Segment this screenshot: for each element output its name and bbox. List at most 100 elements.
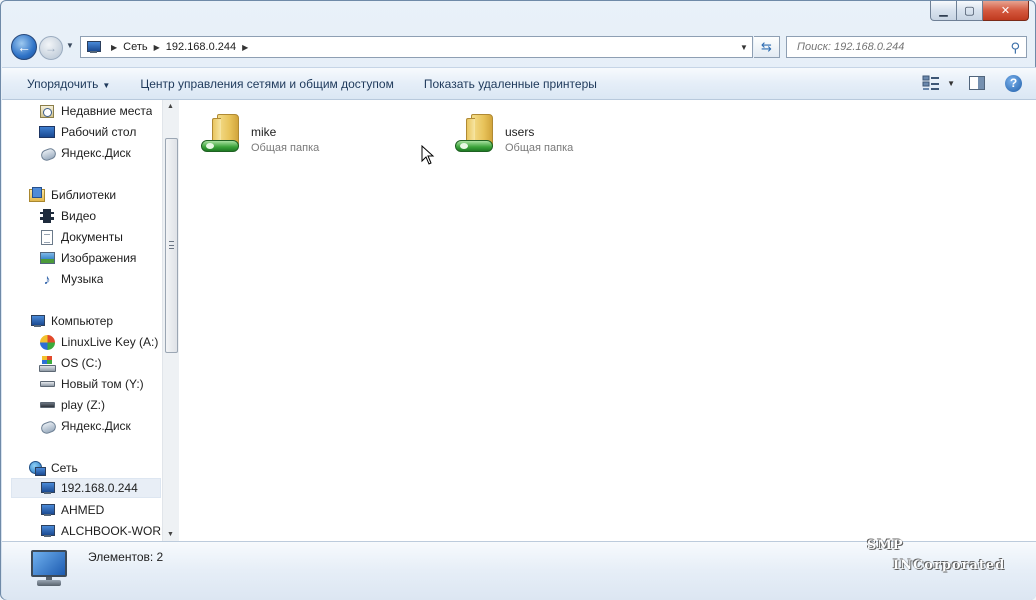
- nav-item-label: OS (C:): [61, 356, 102, 370]
- breadcrumb-separator-icon[interactable]: ▶: [242, 43, 248, 52]
- watermark-logo: SMP INCorporated: [867, 537, 1017, 581]
- scroll-up-icon[interactable]: ▲: [167, 103, 174, 110]
- network-icon: [29, 460, 46, 476]
- hard-drive-icon: [39, 376, 55, 392]
- desktop-icon: [39, 124, 55, 140]
- breadcrumb-separator-icon[interactable]: ▶: [111, 43, 117, 52]
- nav-item-label: Недавние места: [61, 104, 153, 118]
- images-icon: [39, 250, 55, 266]
- shared-folder-item[interactable]: users Общая папка: [451, 108, 681, 160]
- folder-text: users Общая папка: [505, 125, 573, 154]
- chevron-down-icon: ▼: [102, 80, 111, 90]
- network-computer-icon: [39, 523, 55, 539]
- grip-icon: [169, 241, 174, 249]
- folder-name: mike: [251, 125, 277, 139]
- breadcrumb-separator-icon[interactable]: ▶: [154, 43, 160, 52]
- organize-button[interactable]: Упорядочить ▼: [2, 77, 125, 91]
- preview-pane-icon[interactable]: [969, 76, 985, 90]
- nav-item-label: LinuxLive Key (A:): [61, 335, 159, 349]
- nav-item-ahmed[interactable]: AHMED: [39, 500, 104, 520]
- change-view-icon[interactable]: [919, 74, 943, 92]
- view-controls: ▼ ?: [919, 74, 1022, 92]
- nav-item-label: Видео: [61, 209, 97, 223]
- nav-item-alchbook[interactable]: ALCHBOOK-WORK: [39, 521, 162, 541]
- network-drive-icon: [39, 397, 55, 413]
- nav-item-drive-a[interactable]: LinuxLive Key (A:): [39, 332, 158, 352]
- recent-places-icon: [39, 103, 55, 119]
- search-icon[interactable]: ⚲: [1010, 40, 1020, 56]
- refresh-icon: ⇆: [761, 39, 772, 54]
- network-computer-icon: [85, 40, 101, 54]
- nav-item-network[interactable]: Сеть: [29, 458, 78, 478]
- folder-type: Общая папка: [251, 142, 320, 154]
- nav-item-video[interactable]: Видео: [39, 206, 96, 226]
- explorer-window: ▁ ▢ ✕ ← → ▼ ▶ Сеть ▶ 192.168.0.244 ▶ ▼ ⇆…: [0, 0, 1036, 600]
- nav-item-drive-c[interactable]: OS (C:): [39, 353, 102, 373]
- nav-item-computer[interactable]: Компьютер: [29, 311, 113, 331]
- shared-folder-icon: [197, 108, 247, 160]
- breadcrumb-network[interactable]: Сеть: [123, 41, 147, 53]
- navigation-scrollbar[interactable]: ▲ ▼: [162, 100, 179, 541]
- shared-folder-item[interactable]: mike Общая папка: [197, 108, 427, 160]
- nav-item-label: Компьютер: [51, 314, 114, 328]
- nav-item-drive-y[interactable]: Новый том (Y:): [39, 374, 144, 394]
- yandex-disk-icon: [39, 145, 55, 161]
- network-center-button[interactable]: Центр управления сетями и общим доступом: [125, 77, 409, 91]
- breadcrumb-host[interactable]: 192.168.0.244: [166, 41, 236, 53]
- music-icon: ♪: [43, 271, 51, 287]
- command-bar: Упорядочить ▼ Центр управления сетями и о…: [2, 67, 1036, 100]
- nav-item-label: Сеть: [51, 461, 78, 475]
- nav-item-label: Новый том (Y:): [61, 377, 144, 391]
- nav-item-label: Рабочий стол: [61, 125, 137, 139]
- item-count: Элементов: 2: [88, 550, 164, 564]
- nav-item-label: play (Z:): [61, 398, 106, 412]
- system-drive-icon: [39, 355, 56, 372]
- linuxlive-drive-icon: [39, 334, 55, 350]
- nav-item-recent-places[interactable]: Недавние места: [39, 101, 152, 121]
- computer-icon: [27, 550, 71, 590]
- nav-item-label: Документы: [61, 230, 123, 244]
- nav-item-yandex-disk[interactable]: Яндекс.Диск: [39, 143, 131, 163]
- mouse-cursor-icon: [421, 145, 435, 165]
- scroll-down-icon[interactable]: ▼: [167, 531, 174, 538]
- arrow-left-icon: ←: [17, 39, 31, 55]
- network-computer-icon: [39, 480, 55, 496]
- watermark-line-1: SMP: [867, 538, 904, 553]
- address-history-dropdown[interactable]: ▼: [736, 37, 752, 57]
- minimize-button[interactable]: ▁: [930, 1, 957, 21]
- video-icon: [39, 208, 55, 224]
- nav-item-desktop[interactable]: Рабочий стол: [39, 122, 136, 142]
- nav-item-label: 192.168.0.244: [61, 481, 138, 495]
- nav-item-documents[interactable]: Документы: [39, 227, 123, 247]
- libraries-icon: [29, 186, 45, 203]
- nav-item-label: AHMED: [61, 503, 105, 517]
- nav-item-label: Музыка: [61, 272, 104, 286]
- caption-buttons: ▁ ▢ ✕: [930, 1, 1029, 21]
- search-input[interactable]: [795, 40, 1005, 54]
- maximize-button[interactable]: ▢: [957, 1, 983, 21]
- shared-folder-icon: [451, 108, 501, 160]
- nav-item-host-selected[interactable]: 192.168.0.244: [11, 478, 161, 498]
- nav-item-libraries[interactable]: Библиотеки: [29, 185, 116, 205]
- refresh-button[interactable]: ⇆: [754, 36, 780, 58]
- nav-item-music[interactable]: ♪ Музыка: [39, 269, 104, 289]
- folder-text: mike Общая папка: [251, 125, 319, 154]
- arrow-right-icon: →: [45, 41, 57, 55]
- folder-name: users: [505, 125, 535, 139]
- forward-button[interactable]: →: [39, 36, 63, 60]
- organize-label: Упорядочить: [27, 76, 99, 91]
- view-options-dropdown[interactable]: ▼: [947, 79, 955, 88]
- nav-item-yandex-disk-computer[interactable]: Яндекс.Диск: [39, 416, 131, 436]
- nav-item-images[interactable]: Изображения: [39, 248, 136, 268]
- search-box[interactable]: ⚲: [786, 36, 1027, 58]
- scrollbar-thumb[interactable]: [165, 138, 178, 353]
- show-printers-button[interactable]: Показать удаленные принтеры: [409, 77, 612, 91]
- navigation-pane: Недавние места Рабочий стол Яндекс.Диск …: [2, 100, 162, 541]
- back-button[interactable]: ←: [11, 34, 37, 60]
- help-icon[interactable]: ?: [1005, 74, 1022, 92]
- recent-pages-dropdown[interactable]: ▼: [66, 41, 74, 50]
- nav-item-label: Библиотеки: [51, 188, 117, 202]
- close-button[interactable]: ✕: [983, 1, 1029, 21]
- address-bar[interactable]: ▶ Сеть ▶ 192.168.0.244 ▶ ▼: [80, 36, 753, 58]
- nav-item-drive-z[interactable]: play (Z:): [39, 395, 105, 415]
